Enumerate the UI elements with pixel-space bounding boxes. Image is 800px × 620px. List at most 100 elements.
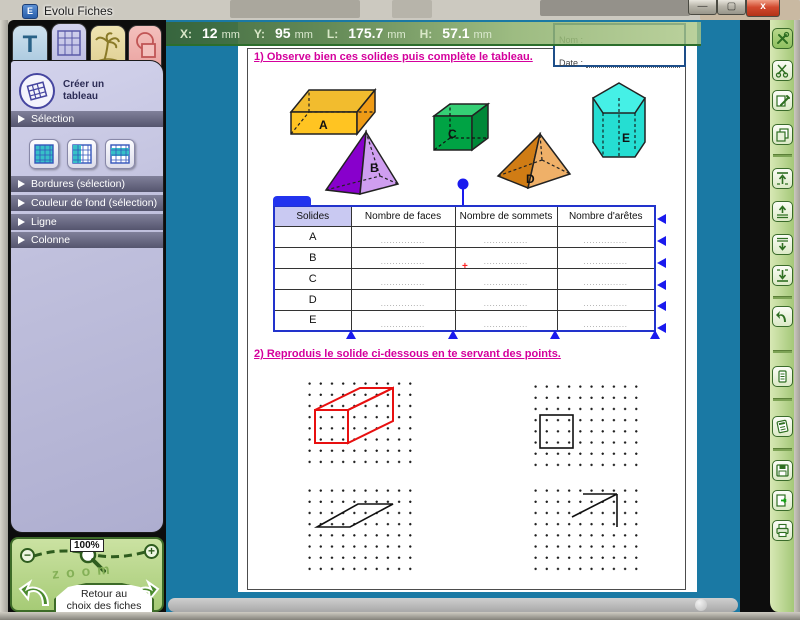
undo-curved-arrow-icon <box>775 309 790 324</box>
cell-aretes[interactable]: ............... <box>557 268 655 289</box>
table-pin-handle[interactable] <box>456 178 470 206</box>
row-handle[interactable] <box>657 236 666 246</box>
bring-forward-button[interactable] <box>772 201 793 222</box>
minimize-button[interactable]: — <box>688 0 717 15</box>
cell-aretes[interactable]: ............... <box>557 247 655 268</box>
cell-sommets[interactable]: ............... <box>455 268 557 289</box>
horizontal-scrollbar-thumb[interactable] <box>695 599 707 611</box>
notes-button[interactable] <box>772 366 793 387</box>
maximize-button[interactable]: ▢ <box>717 0 746 15</box>
select-column-button[interactable] <box>67 139 97 169</box>
send-to-back-button[interactable] <box>772 265 793 286</box>
save-button[interactable] <box>772 460 793 481</box>
cell-faces[interactable]: ............... <box>351 247 455 268</box>
solid-e-pentagonal-prism[interactable]: E <box>590 80 648 164</box>
toolbar-separator <box>773 296 792 299</box>
cell-aretes[interactable]: ............... <box>557 289 655 310</box>
cell-faces[interactable]: ............... <box>351 310 455 331</box>
calculator-button[interactable] <box>772 416 793 437</box>
header-solides[interactable]: Solides <box>274 206 351 226</box>
partial-lines-drawing <box>526 481 638 573</box>
undo-button[interactable] <box>772 306 793 327</box>
cell-sommets[interactable]: ............... <box>455 226 557 247</box>
paste-button[interactable] <box>772 90 793 111</box>
solid-d-pyramid[interactable]: D <box>494 130 574 192</box>
print-button[interactable] <box>772 520 793 541</box>
header-faces[interactable]: Nombre de faces <box>351 206 455 226</box>
question-2-heading[interactable]: 2) Reproduis le solide ci-dessous en te … <box>254 348 561 360</box>
document-canvas[interactable]: 1) Observe bien ces solides puis complèt… <box>166 20 740 612</box>
table-row: A ............... ............... ......… <box>274 226 655 247</box>
worksheet-page[interactable]: 1) Observe bien ces solides puis complèt… <box>238 22 697 592</box>
dot-grid-square[interactable] <box>526 377 638 469</box>
cut-button[interactable] <box>772 60 793 81</box>
select-all-cells-button[interactable] <box>29 139 59 169</box>
arrow-to-bottom-icon <box>775 268 790 283</box>
horizontal-scrollbar[interactable] <box>168 598 738 612</box>
table-selection-tab[interactable] <box>273 196 311 206</box>
row-label[interactable]: B <box>274 247 351 268</box>
row-label[interactable]: A <box>274 226 351 247</box>
zoom-out-button[interactable]: − <box>20 548 35 563</box>
header-sommets[interactable]: Nombre de sommets <box>455 206 557 226</box>
cell-sommets[interactable]: ............... <box>455 247 557 268</box>
cell-sommets[interactable]: ............... <box>455 289 557 310</box>
column-handle[interactable] <box>448 330 458 339</box>
column-handle[interactable] <box>550 330 560 339</box>
back-to-sheet-choice-button[interactable]: Retour au choix des fiches <box>54 583 154 612</box>
create-table-label: Créer un tableau <box>63 79 121 103</box>
toolbar-separator <box>773 448 792 451</box>
question-1-heading[interactable]: 1) Observe bien ces solides puis complèt… <box>254 51 533 63</box>
row-handle[interactable] <box>657 214 666 224</box>
copy-pages-icon <box>775 127 790 142</box>
select-row-button[interactable] <box>105 139 135 169</box>
select-row-icon <box>110 144 130 164</box>
solid-c-label: C <box>448 127 457 141</box>
row-label[interactable]: E <box>274 310 351 331</box>
create-table-button[interactable]: Créer un tableau <box>19 73 121 109</box>
section-borders[interactable]: Bordures (sélection) <box>11 176 163 192</box>
cell-faces[interactable]: ............... <box>351 268 455 289</box>
tools-button[interactable] <box>772 28 793 49</box>
row-handle[interactable] <box>657 301 666 311</box>
tab-table[interactable] <box>51 23 87 63</box>
row-label[interactable]: C <box>274 268 351 289</box>
section-selection[interactable]: Sélection <box>11 111 163 127</box>
dot-grid-partial-shape[interactable] <box>526 481 638 573</box>
solid-c-cube[interactable]: C <box>428 100 494 156</box>
header-aretes[interactable]: Nombre d'arêtes <box>557 206 655 226</box>
undo-arrow-button[interactable] <box>18 577 52 609</box>
section-column[interactable]: Colonne <box>11 232 163 248</box>
dot-grid-parallelogram[interactable] <box>300 481 412 573</box>
send-backward-button[interactable] <box>772 234 793 255</box>
text-cursor-marker: + <box>462 261 468 272</box>
row-handle[interactable] <box>657 258 666 268</box>
copy-button[interactable] <box>772 124 793 145</box>
close-button[interactable]: x <box>746 0 780 17</box>
solid-b-prism[interactable]: B <box>322 128 402 198</box>
cell-sommets[interactable]: ............... <box>455 310 557 331</box>
table-grid-icon <box>57 30 81 56</box>
zoom-in-button[interactable]: + <box>144 544 159 559</box>
title-bar[interactable]: E Evolu Fiches <box>0 0 800 20</box>
date-field[interactable]: Date : <box>555 48 684 71</box>
cell-faces[interactable]: ............... <box>351 226 455 247</box>
column-handle[interactable] <box>650 330 660 339</box>
table-header-row: Solides Nombre de faces Nombre de sommet… <box>274 206 655 226</box>
create-table-icon <box>19 73 55 109</box>
cell-faces[interactable]: ............... <box>351 289 455 310</box>
toolbar-separator <box>773 398 792 401</box>
dot-grid-model-cuboid[interactable] <box>300 374 412 466</box>
cell-aretes[interactable]: ............... <box>557 310 655 331</box>
section-background-color[interactable]: Couleur de fond (sélection) <box>11 195 163 211</box>
row-label[interactable]: D <box>274 289 351 310</box>
notepad-icon <box>775 369 790 384</box>
select-column-icon <box>72 144 92 164</box>
export-button[interactable] <box>772 490 793 511</box>
bring-to-front-button[interactable] <box>772 168 793 189</box>
section-row[interactable]: Ligne <box>11 214 163 230</box>
column-handle[interactable] <box>346 330 356 339</box>
cell-aretes[interactable]: ............... <box>557 226 655 247</box>
row-handle[interactable] <box>657 280 666 290</box>
window-title: Evolu Fiches <box>44 4 113 18</box>
